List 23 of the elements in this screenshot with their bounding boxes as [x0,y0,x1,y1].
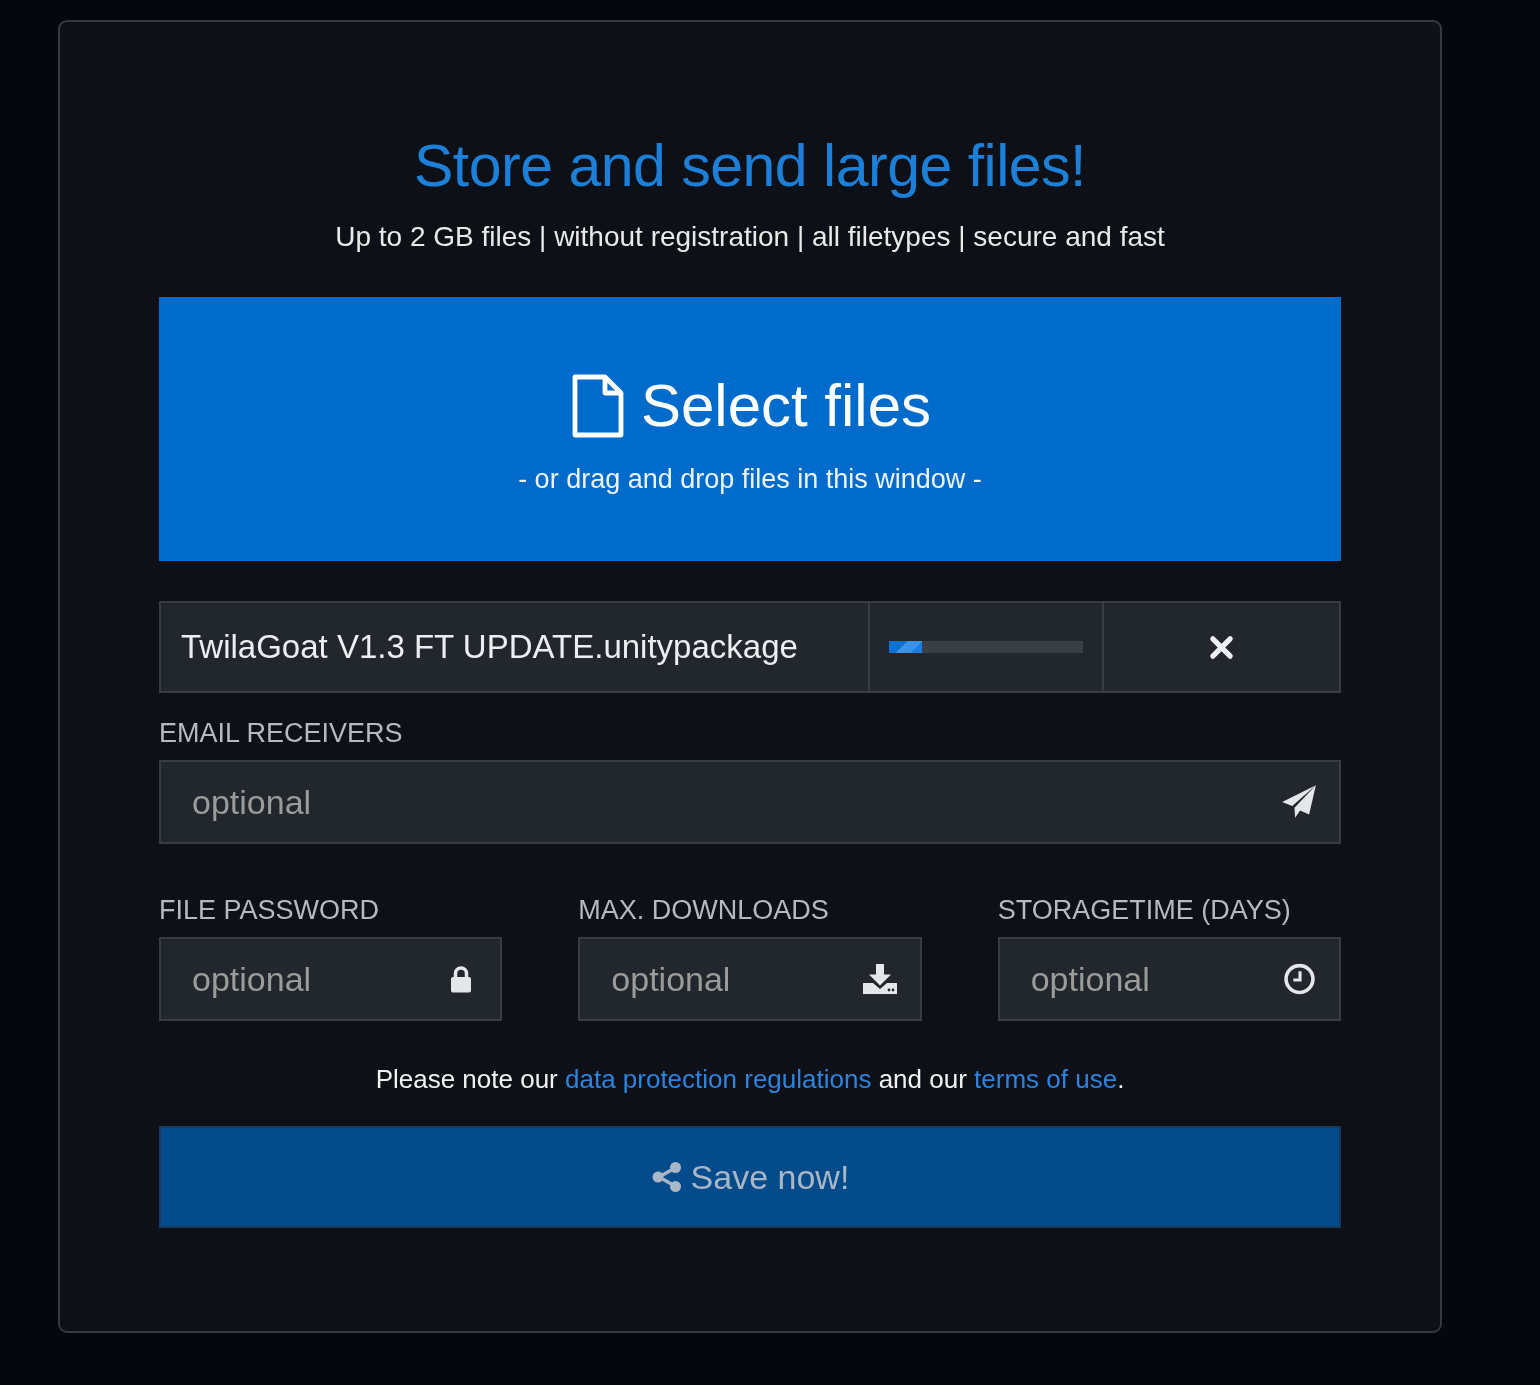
max-downloads-field[interactable]: optional [578,937,922,1021]
email-field[interactable]: optional [159,760,1341,844]
file-drop-zone[interactable]: Select files - or drag and drop files in this window - [159,297,1341,561]
field-label: EMAIL RECEIVERS [159,717,404,749]
file-name: TwilaGoat V1.3 FT UPDATE.unitypackage [181,628,798,666]
note-link[interactable]: data protection regulations [565,1064,872,1094]
page-title: Store and send large files! [413,132,1087,201]
field-label: STORAGETIME (DAYS) [997,894,1292,926]
download-icon [862,964,897,994]
lock-icon [450,965,473,993]
field-label: FILE PASSWORD [159,894,381,926]
select-files-heading: Select files [640,371,932,441]
close-icon [1209,634,1234,660]
note-link[interactable]: terms of use [974,1064,1118,1094]
drop-hint: - or drag and drop files in this window - [518,463,982,496]
page-subtitle: Up to 2 GB files | without registration | all filetypes | secure and fast [334,220,1166,254]
field-label: MAX. DOWNLOADS [578,894,830,926]
paper-plane-icon [1281,784,1317,820]
storage-days-field[interactable]: optional [997,937,1341,1021]
clock-icon [1284,963,1315,995]
share-icon [650,1161,683,1193]
terms-note: Please note our data protection regulations and our terms of use. [374,1063,1126,1095]
password-field[interactable]: optional [159,937,503,1021]
